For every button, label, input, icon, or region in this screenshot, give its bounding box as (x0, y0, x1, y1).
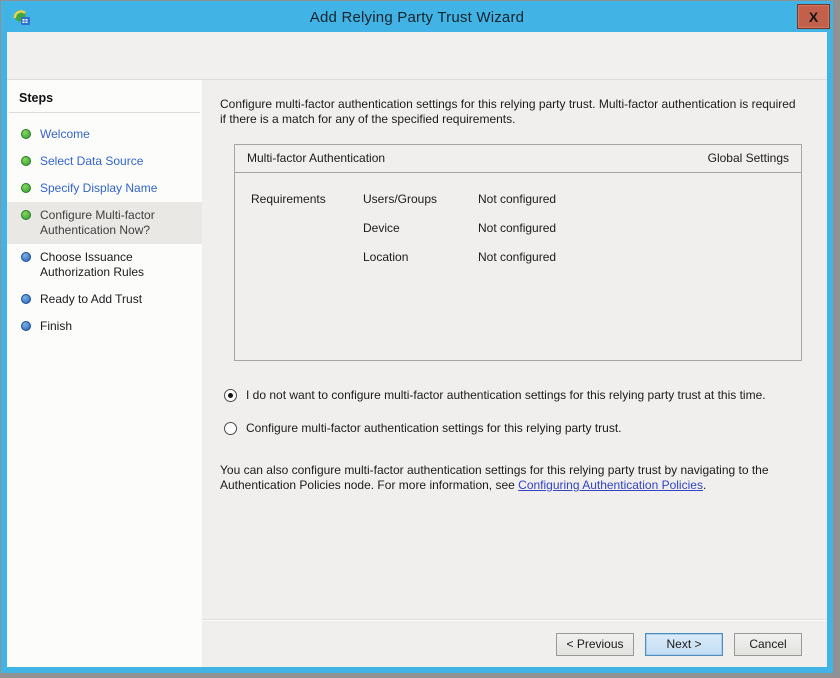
mfa-table-header: Multi-factor Authentication Global Setti… (235, 145, 801, 173)
steps-sidebar: Steps Welcome Select Data Source Specify… (7, 80, 202, 667)
step-choose-issuance-rules[interactable]: Choose Issuance Authorization Rules (7, 244, 202, 286)
window-title: Add Relying Party Trust Wizard (309, 9, 525, 26)
row-name-label: Location (363, 250, 409, 264)
steps-heading: Steps (19, 91, 54, 105)
step-status-icon (21, 252, 31, 262)
step-status-icon (21, 129, 31, 139)
wizard-window: Add Relying Party Trust Wizard X Steps W… (1, 1, 833, 673)
step-welcome[interactable]: Welcome (7, 121, 202, 148)
intro-text: Configure multi-factor authentication se… (220, 97, 796, 126)
row-value-label: Not configured (478, 192, 557, 206)
next-button[interactable]: Next > (645, 632, 723, 656)
main-panel: Configure multi-factor authentication se… (202, 80, 827, 667)
steps-list: Welcome Select Data Source Specify Displ… (7, 113, 202, 340)
step-status-icon (21, 321, 31, 331)
step-status-icon (21, 210, 31, 220)
configuring-authentication-policies-link[interactable]: Configuring Authentication Policies (518, 478, 703, 492)
table-row: Requirements Users/Groups Not configured (235, 185, 801, 214)
row-value-label: Not configured (478, 250, 557, 264)
title-bar: Add Relying Party Trust Wizard X (7, 3, 830, 32)
note-text: You can also configure multi-factor auth… (220, 463, 769, 492)
radio-configure-mfa[interactable]: Configure multi-factor authentication se… (224, 421, 802, 436)
row-name-label: Users/Groups (363, 192, 438, 206)
step-configure-mfa[interactable]: Configure Multi-factor Authentication No… (7, 202, 202, 244)
radio-button-icon[interactable] (224, 422, 237, 435)
row-name-label: Device (363, 221, 400, 235)
wizard-header-band (7, 32, 827, 80)
radio-button-icon[interactable] (224, 389, 237, 402)
row-value-label: Not configured (478, 221, 557, 235)
table-row: Location Not configured (235, 243, 801, 272)
row-group-label: Requirements (251, 192, 326, 206)
cancel-button[interactable]: Cancel (734, 632, 802, 656)
main-content: Configure multi-factor authentication se… (202, 80, 827, 620)
footer-button-bar: < Previous Next > Cancel (202, 620, 827, 667)
wizard-body: Steps Welcome Select Data Source Specify… (7, 80, 827, 667)
step-specify-display-name[interactable]: Specify Display Name (7, 175, 202, 202)
mfa-table-title: Multi-factor Authentication (247, 151, 386, 165)
close-button[interactable]: X (797, 4, 830, 29)
radio-skip-mfa[interactable]: I do not want to configure multi-factor … (224, 388, 802, 403)
step-status-icon (21, 294, 31, 304)
step-ready-to-add-trust[interactable]: Ready to Add Trust (7, 286, 202, 313)
global-settings-label: Global Settings (707, 151, 789, 165)
table-row: Device Not configured (235, 214, 801, 243)
step-status-icon (21, 156, 31, 166)
mfa-table-body: Requirements Users/Groups Not configured… (235, 173, 801, 272)
previous-button[interactable]: < Previous (556, 632, 634, 656)
step-finish[interactable]: Finish (7, 313, 202, 340)
mfa-choice-radio-group: I do not want to configure multi-factor … (224, 388, 802, 436)
step-status-icon (21, 183, 31, 193)
step-select-data-source[interactable]: Select Data Source (7, 148, 202, 175)
mfa-settings-table: Multi-factor Authentication Global Setti… (234, 144, 802, 361)
